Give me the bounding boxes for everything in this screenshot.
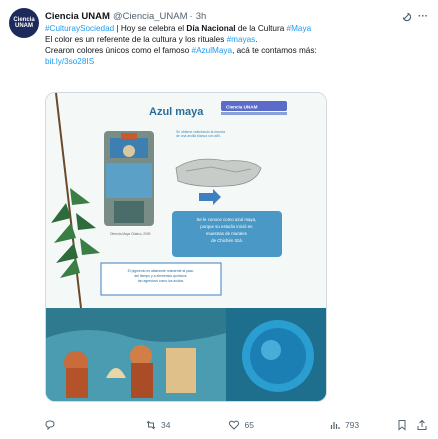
tweet: Ciencia UNAM Ciencia UNAM @Ciencia_UNAM … [0, 0, 438, 439]
tweet-text-1a: | Hoy se celebra el [114, 24, 187, 33]
tweet-actions: 34 65 793 [45, 417, 428, 433]
reply-button[interactable] [44, 419, 60, 431]
badge-sub-line [221, 112, 287, 115]
views-icon [330, 422, 340, 429]
header-actions: ··· [401, 11, 428, 22]
views-count: 793 [344, 420, 360, 430]
tweet-text-2-end: . [255, 35, 258, 44]
infographic-image[interactable]: Ofrenda Maya Clásico, 2009 Azul maya Cie… [46, 93, 326, 308]
hashtag-culturaysociedad[interactable]: #CulturaySociedad [45, 24, 114, 33]
avatar[interactable]: Ciencia UNAM [9, 8, 39, 38]
author-name[interactable]: Ciencia UNAM [45, 11, 110, 22]
infographic-title: Azul maya [149, 106, 204, 118]
retweet-count: 34 [161, 420, 171, 430]
reply-icon [45, 420, 55, 431]
tweet-text-1-bold: Día Nacional [186, 24, 236, 33]
figure-caption: Ofrenda Maya Clásico, 2009 [110, 232, 151, 236]
tweet-header: Ciencia UNAM @Ciencia_UNAM · 3h ··· [45, 9, 428, 23]
tweet-text-2: El color es un referente de la cultura y… [45, 35, 227, 44]
separator-dot: · [189, 10, 193, 22]
like-count: 65 [244, 420, 254, 430]
retweet-icon [146, 420, 156, 430]
avatar-text-2: UNAM [15, 23, 33, 29]
mural-and-pigment-image[interactable] [46, 308, 326, 401]
tweet-time[interactable]: 3h [196, 11, 207, 22]
bookmark-icon [398, 420, 406, 431]
hashtag-mayas[interactable]: #mayas [227, 35, 256, 44]
tweet-text-1b: de la Cultura [235, 24, 287, 33]
tweet-text-3b: , acá te contamos más: [232, 46, 317, 55]
views-button[interactable]: 793 [329, 419, 359, 431]
hashtag-maya[interactable]: #Maya [287, 24, 312, 33]
heart-icon [229, 420, 240, 430]
grok-icon[interactable] [401, 11, 412, 22]
badge-text: Ciencia UNAM [226, 105, 258, 110]
tweet-text-3a: Crearon colores únicos como el famoso [45, 46, 192, 55]
bookmark-button[interactable] [396, 419, 408, 431]
like-button[interactable]: 65 [228, 419, 254, 431]
mural-illustration [46, 308, 226, 401]
pigment-bowl-illustration [242, 320, 314, 392]
hashtag-azulmaya[interactable]: #AzulMaya [192, 46, 233, 55]
tweet-text: #CulturaySociedad | Hoy se celebra el Dí… [45, 23, 430, 67]
author-handle[interactable]: @Ciencia_UNAM [113, 11, 188, 22]
info-note-1: Se obtiene calentando la mezcla de una a… [176, 130, 226, 138]
more-options-icon[interactable]: ··· [418, 11, 428, 22]
retweet-button[interactable]: 34 [145, 419, 170, 431]
maya-figure-illustration [104, 131, 154, 226]
share-button[interactable] [416, 419, 428, 431]
share-icon [417, 419, 427, 430]
tweet-media[interactable]: Ofrenda Maya Clásico, 2009 Azul maya Cie… [45, 92, 327, 402]
tweet-link[interactable]: bit.ly/3so28IS [45, 57, 94, 66]
